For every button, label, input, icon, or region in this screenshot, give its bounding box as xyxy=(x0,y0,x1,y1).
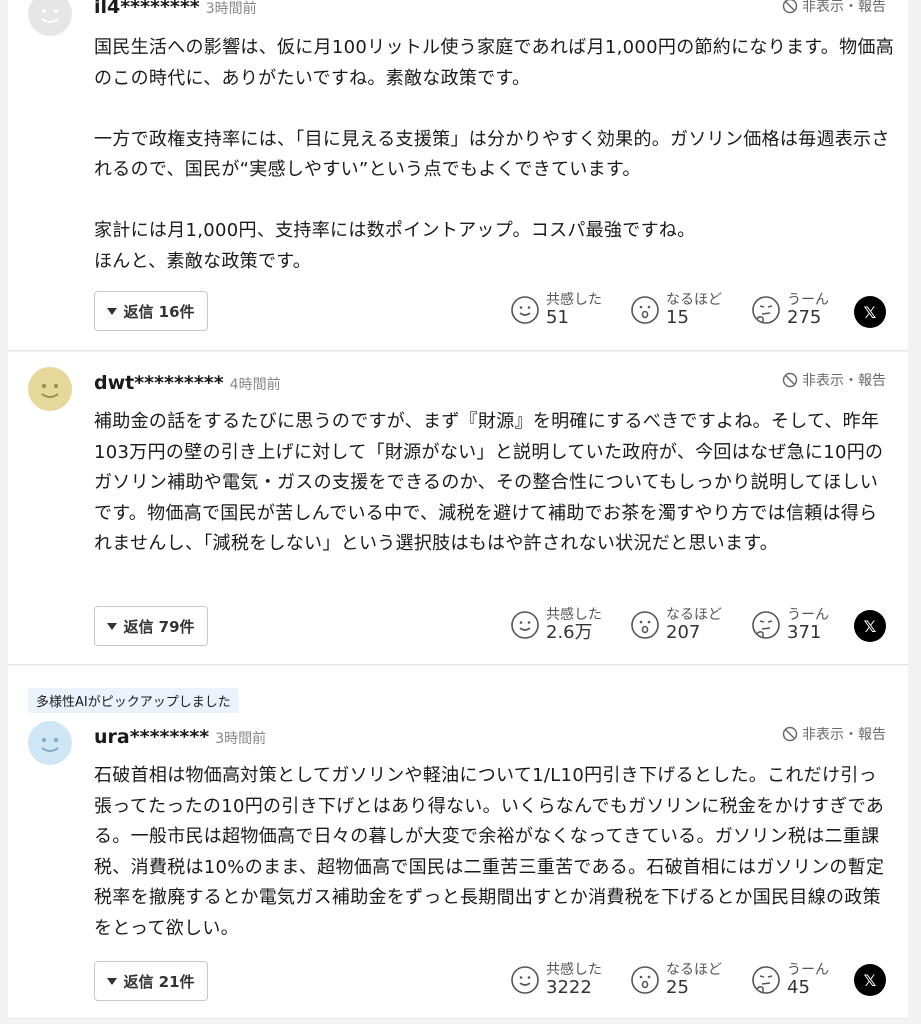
comment-body: 国民生活への影響は、仮に月100リットル使う家庭であれば月1,000円の節約にな… xyxy=(94,37,895,272)
triangle-down-icon xyxy=(107,307,118,315)
hide-report-link[interactable]: 非表示・報告 xyxy=(782,0,886,16)
smile-icon xyxy=(511,296,539,325)
reaction-insightful[interactable]: なるほど 207 xyxy=(630,607,722,644)
reaction-label: 共感した xyxy=(546,962,602,978)
comment-body: 石破首相は物価高対策としてガソリンや軽油について1/L10円引き下げるとした。こ… xyxy=(94,765,885,939)
timestamp: 3時間前 xyxy=(205,1,257,17)
x-icon: 𝕏 xyxy=(863,302,877,322)
comment-card: 多様性AIがピックアップしました ura******** 3時間前 非表示・報告 … xyxy=(8,666,908,1019)
share-x-button[interactable]: 𝕏 xyxy=(854,610,886,642)
reaction-count: 275 xyxy=(787,307,822,329)
block-icon xyxy=(782,0,798,14)
reaction-label: 共感した xyxy=(546,292,602,308)
hide-report-label: 非表示・報告 xyxy=(802,373,886,389)
reaction-label: うーん xyxy=(787,962,829,978)
avatar[interactable] xyxy=(28,367,72,411)
share-x-button[interactable]: 𝕏 xyxy=(854,296,886,328)
timestamp: 3時間前 xyxy=(215,731,267,747)
reaction-count: 15 xyxy=(666,307,689,329)
reaction-count: 207 xyxy=(666,622,701,644)
reaction-label: なるほど xyxy=(666,607,722,623)
comment-card: dwt********* 4時間前 非表示・報告 補助金の話をするたびに思うのです… xyxy=(8,352,908,665)
surprised-icon xyxy=(631,296,659,325)
thinking-icon xyxy=(752,611,780,640)
reaction-agree[interactable]: 共感した 51 xyxy=(510,292,602,329)
reaction-label: なるほど xyxy=(666,962,722,978)
reaction-label: うーん xyxy=(787,292,829,308)
username[interactable]: dwt********* 4時間前 xyxy=(94,372,281,394)
reaction-count: 51 xyxy=(546,307,569,329)
reply-button[interactable]: 返信 16件 xyxy=(94,291,208,331)
hide-report-label: 非表示・報告 xyxy=(802,0,886,15)
timestamp: 4時間前 xyxy=(229,377,281,393)
block-icon xyxy=(782,372,798,388)
surprised-icon xyxy=(631,966,659,995)
avatar[interactable] xyxy=(28,0,72,36)
reaction-count: 371 xyxy=(787,622,822,644)
reaction-count: 3222 xyxy=(546,977,592,999)
share-x-button[interactable]: 𝕏 xyxy=(854,964,886,996)
username[interactable]: il4******** 3時間前 xyxy=(94,0,257,18)
thinking-icon xyxy=(752,296,780,325)
reaction-label: 共感した xyxy=(546,607,602,623)
smile-icon xyxy=(511,966,539,995)
reply-label: 返信 79件 xyxy=(123,617,195,636)
comment-card: il4******** 3時間前 非表示・報告 国民生活への影響は、仮に月100リ… xyxy=(8,0,908,351)
reaction-agree[interactable]: 共感した 3222 xyxy=(510,962,602,999)
reaction-insightful[interactable]: なるほど 25 xyxy=(630,962,722,999)
thinking-icon xyxy=(752,966,780,995)
reaction-hmm[interactable]: うーん 371 xyxy=(751,607,829,644)
reaction-count: 45 xyxy=(787,977,810,999)
username[interactable]: ura******** 3時間前 xyxy=(94,726,266,748)
reaction-label: うーん xyxy=(787,607,829,623)
reaction-label: なるほど xyxy=(666,292,722,308)
reaction-count: 25 xyxy=(666,977,689,999)
avatar[interactable] xyxy=(28,721,72,765)
reaction-agree[interactable]: 共感した 2.6万 xyxy=(510,607,602,644)
reply-label: 返信 21件 xyxy=(123,972,195,991)
hide-report-link[interactable]: 非表示・報告 xyxy=(782,370,886,390)
reaction-hmm[interactable]: うーん 45 xyxy=(751,962,829,999)
triangle-down-icon xyxy=(107,622,118,630)
reply-button[interactable]: 返信 79件 xyxy=(94,606,208,646)
triangle-down-icon xyxy=(107,977,118,985)
surprised-icon xyxy=(631,611,659,640)
reaction-count: 2.6万 xyxy=(546,622,593,644)
x-icon: 𝕏 xyxy=(863,616,877,636)
hide-report-label: 非表示・報告 xyxy=(802,727,886,743)
reaction-insightful[interactable]: なるほど 15 xyxy=(630,292,722,329)
reply-button[interactable]: 返信 21件 xyxy=(94,961,208,1001)
block-icon xyxy=(782,726,798,742)
reply-label: 返信 16件 xyxy=(123,302,195,321)
comment-body: 補助金の話をするたびに思うのですが、まず『財源』を明確にするべきですよね。そして… xyxy=(94,411,884,554)
x-icon: 𝕏 xyxy=(863,970,877,990)
reaction-hmm[interactable]: うーん 275 xyxy=(751,292,829,329)
hide-report-link[interactable]: 非表示・報告 xyxy=(782,724,886,744)
ai-pickup-badge: 多様性AIがピックアップしました xyxy=(28,688,239,713)
smile-icon xyxy=(511,611,539,640)
